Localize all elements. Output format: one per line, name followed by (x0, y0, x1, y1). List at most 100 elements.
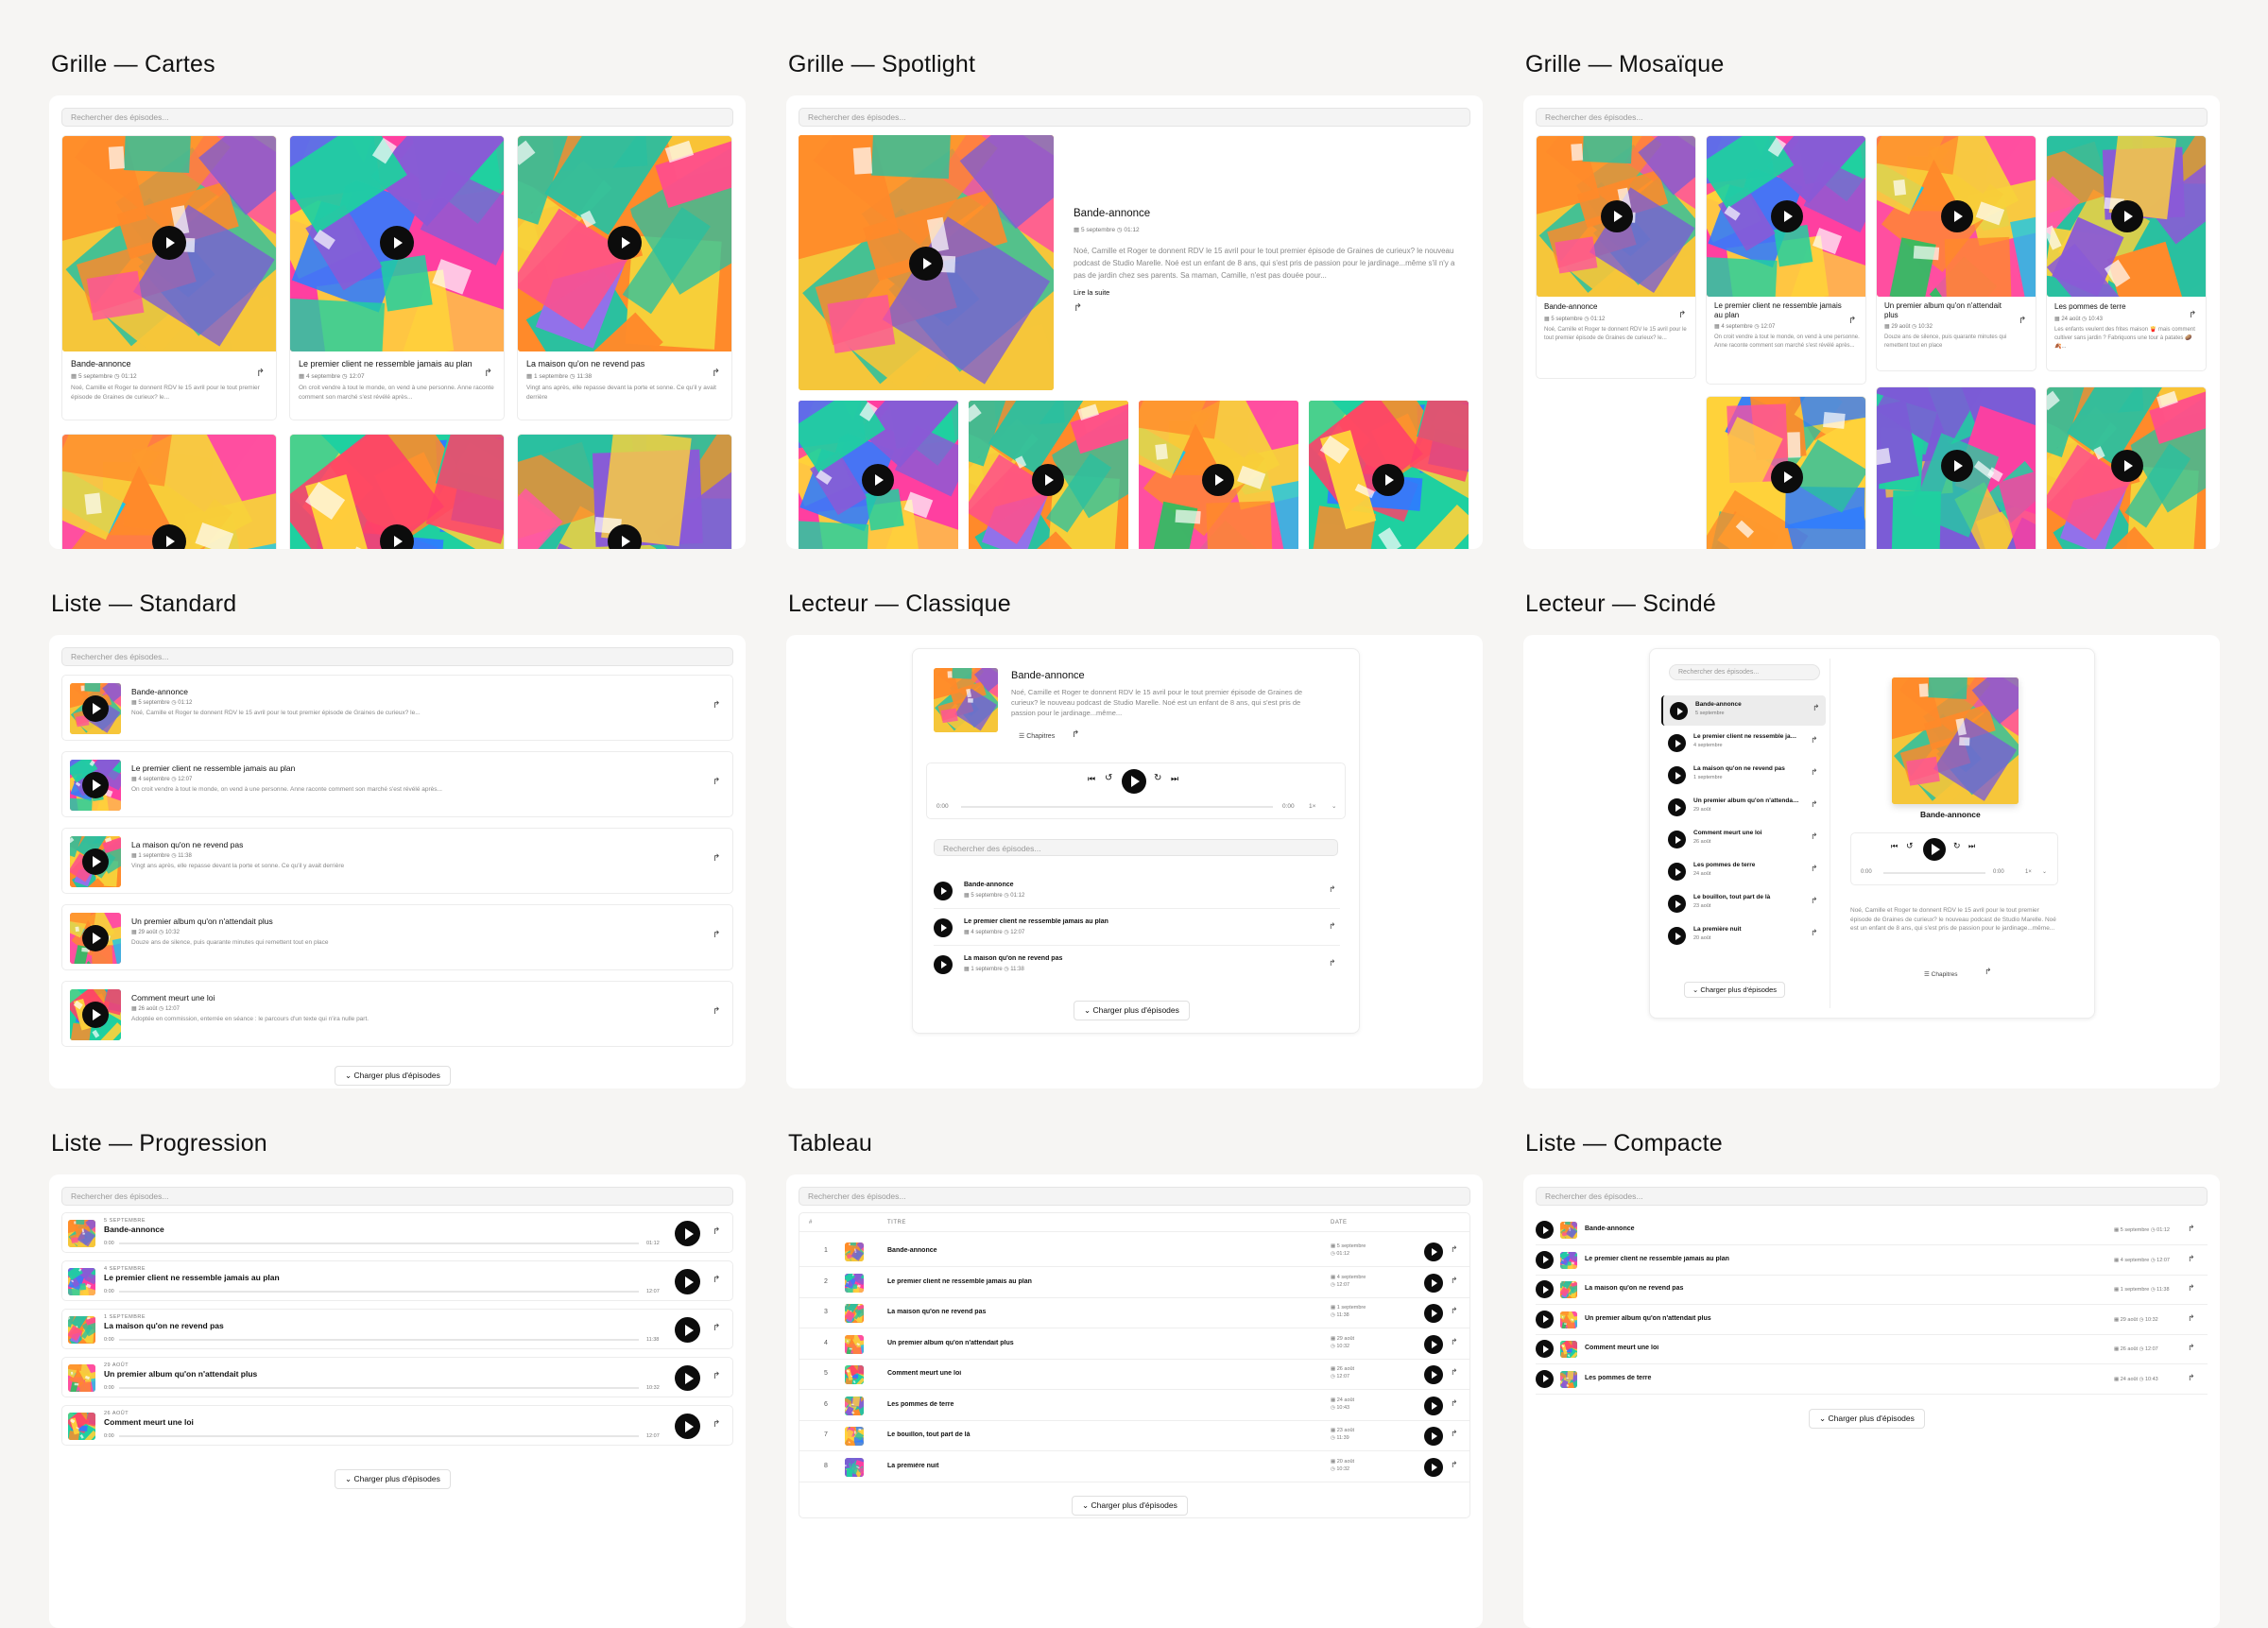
play-button[interactable] (1941, 450, 1973, 482)
play-button[interactable] (1424, 1396, 1443, 1415)
table-row[interactable]: 7 Le bouillon, tout part de là ▦ 23 août ◷ … (799, 1420, 1469, 1450)
play-button[interactable] (1536, 1340, 1554, 1358)
share-icon[interactable]: ↱ (1811, 928, 1818, 938)
play-button[interactable] (934, 955, 953, 974)
play-button[interactable] (82, 695, 109, 722)
progress-track[interactable] (961, 806, 1273, 808)
share-icon[interactable]: ↱ (1451, 1306, 1458, 1316)
skip-start-icon[interactable]: ⏮ (1088, 774, 1095, 784)
share-icon[interactable]: ↱ (713, 700, 720, 711)
episode-card[interactable] (1706, 396, 1866, 549)
progress-track[interactable] (119, 1435, 639, 1437)
play-button[interactable] (675, 1414, 700, 1439)
play-button[interactable] (1536, 1369, 1554, 1388)
play-button[interactable] (1668, 798, 1686, 816)
episode-row[interactable]: Les pommes de terre ▦ 24 août ◷ 10:43 ↱ (1536, 1365, 2208, 1394)
play-button[interactable] (1122, 769, 1146, 794)
play-button[interactable] (909, 247, 943, 281)
search-input[interactable]: Rechercher des épisodes... (61, 108, 733, 127)
share-icon[interactable]: ↱ (1848, 316, 1856, 326)
share-icon[interactable]: ↱ (1811, 767, 1818, 778)
play-button[interactable] (1372, 464, 1404, 496)
play-button[interactable] (1424, 1304, 1443, 1323)
skip-end-icon[interactable]: ⏭ (1968, 842, 1975, 851)
skip-end-icon[interactable]: ⏭ (1171, 774, 1178, 784)
share-icon[interactable]: ↱ (1451, 1398, 1458, 1409)
episode-card[interactable] (517, 434, 732, 549)
play-button[interactable] (2111, 200, 2143, 232)
episode-row[interactable]: Bande-annonce ▦ 5 septembre ◷ 01:12 Noé, C… (61, 675, 733, 741)
play-button[interactable] (1032, 464, 1064, 496)
share-icon[interactable]: ↱ (256, 367, 265, 379)
play-button[interactable] (675, 1365, 700, 1391)
play-button[interactable] (934, 882, 953, 900)
play-button[interactable] (1202, 464, 1234, 496)
share-icon[interactable]: ↱ (1813, 703, 1820, 713)
play-button[interactable] (1424, 1334, 1443, 1354)
progress-track[interactable] (119, 1339, 639, 1341)
play-button[interactable] (1536, 1250, 1554, 1269)
episode-row[interactable]: Comment meurt une loi ▦ 26 août ◷ 12:07 ↱ (1536, 1335, 2208, 1363)
share-icon[interactable]: ↱ (1329, 884, 1336, 895)
share-icon[interactable]: ↱ (1811, 896, 1818, 906)
play-button[interactable] (934, 918, 953, 937)
share-icon[interactable]: ↱ (2188, 1373, 2195, 1383)
progress-track[interactable] (119, 1387, 639, 1389)
share-icon[interactable]: ↱ (1451, 1244, 1458, 1255)
play-button[interactable] (1670, 702, 1688, 720)
forward-15-icon[interactable]: ↻ (1154, 773, 1161, 783)
play-button[interactable] (82, 848, 109, 875)
share-icon[interactable]: ↱ (713, 777, 720, 787)
episode-card[interactable]: Bande-annonce ▦ 5 septembre ◷ 01:12 ↱ No… (1536, 135, 1696, 379)
episode-row[interactable]: 1 SEPTEMBRE La maison qu'on ne revend pas… (61, 1309, 733, 1349)
load-more-button[interactable]: ⌄ Charger plus d'épisodes (1074, 1001, 1190, 1020)
share-icon[interactable]: ↱ (1811, 864, 1818, 874)
episode-row[interactable]: Bande-annonce 5 septembre ↱ (1661, 695, 1826, 726)
search-input[interactable]: Rechercher des épisodes... (934, 839, 1338, 856)
share-icon[interactable]: ↱ (1074, 301, 1082, 314)
share-icon[interactable]: ↱ (1451, 1337, 1458, 1347)
play-button[interactable] (1536, 1221, 1554, 1239)
episode-row[interactable]: Un premier album qu'on n'attendait plus 2… (1661, 792, 1826, 822)
episode-row[interactable]: Le premier client ne ressemble jamais au… (1661, 728, 1826, 758)
table-row[interactable]: 1 Bande-annonce ▦ 5 septembre ◷ 01:12 ↱ (799, 1236, 1469, 1266)
share-icon[interactable]: ↱ (2188, 1224, 2195, 1234)
share-icon[interactable]: ↱ (2189, 310, 2196, 320)
episode-row[interactable]: Le premier client ne ressemble jamais au… (1536, 1246, 2208, 1275)
rewind-15-icon[interactable]: ↺ (1105, 773, 1112, 783)
episode-row[interactable]: Le premier client ne ressemble jamais au… (934, 913, 1340, 945)
share-icon[interactable]: ↱ (1451, 1429, 1458, 1439)
table-row[interactable]: 2 Le premier client ne ressemble jamais a… (799, 1267, 1469, 1297)
search-input[interactable]: Rechercher des épisodes... (1669, 664, 1820, 680)
episode-row[interactable]: 26 AOÛT Comment meurt une loi 0:00 12:07 ↱ (61, 1405, 733, 1446)
chapters-button[interactable]: ☰ Chapitres (1019, 732, 1055, 740)
episode-row[interactable]: Un premier album qu'on n'attendait plus ▦… (61, 904, 733, 970)
episode-card[interactable] (1876, 386, 2036, 549)
share-icon[interactable]: ↱ (713, 1371, 720, 1381)
load-more-button[interactable]: ⌄ Charger plus d'épisodes (1072, 1496, 1188, 1516)
play-button[interactable] (1668, 734, 1686, 752)
skip-start-icon[interactable]: ⏮ (1891, 842, 1898, 851)
search-input[interactable]: Rechercher des épisodes... (61, 1187, 733, 1206)
share-icon[interactable]: ↱ (1329, 921, 1336, 932)
play-button[interactable] (1424, 1242, 1443, 1261)
play-button[interactable] (675, 1221, 700, 1246)
load-more-button[interactable]: ⌄ Charger plus d'épisodes (335, 1066, 451, 1086)
episode-row[interactable]: Le bouillon, tout part de là 23 août ↱ (1661, 888, 1826, 918)
share-icon[interactable]: ↱ (1984, 967, 1992, 977)
table-row[interactable]: 5 Comment meurt une loi ▦ 26 août ◷ 12:07 ↱ (799, 1359, 1469, 1389)
play-button[interactable] (1941, 200, 1973, 232)
share-icon[interactable]: ↱ (1451, 1460, 1458, 1470)
share-icon[interactable]: ↱ (713, 1275, 720, 1285)
play-button[interactable] (1536, 1310, 1554, 1328)
episode-card[interactable]: Un premier album qu'on n'attendait plus … (1876, 135, 2036, 371)
share-icon[interactable]: ↱ (712, 367, 720, 379)
episode-row[interactable]: Bande-annonce ▦ 5 septembre ◷ 01:12 ↱ (1536, 1216, 2208, 1244)
play-button[interactable] (1668, 766, 1686, 784)
play-button[interactable] (1771, 461, 1803, 493)
episode-row[interactable]: 29 AOÛT Un premier album qu'on n'attendai… (61, 1357, 733, 1397)
episode-row[interactable]: Bande-annonce ▦ 5 septembre ◷ 01:12 ↱ (934, 876, 1340, 908)
search-input[interactable]: Rechercher des épisodes... (799, 108, 1470, 127)
progress-track[interactable] (1883, 872, 1985, 874)
episode-row[interactable]: 4 SEPTEMBRE Le premier client ne ressembl… (61, 1260, 733, 1301)
